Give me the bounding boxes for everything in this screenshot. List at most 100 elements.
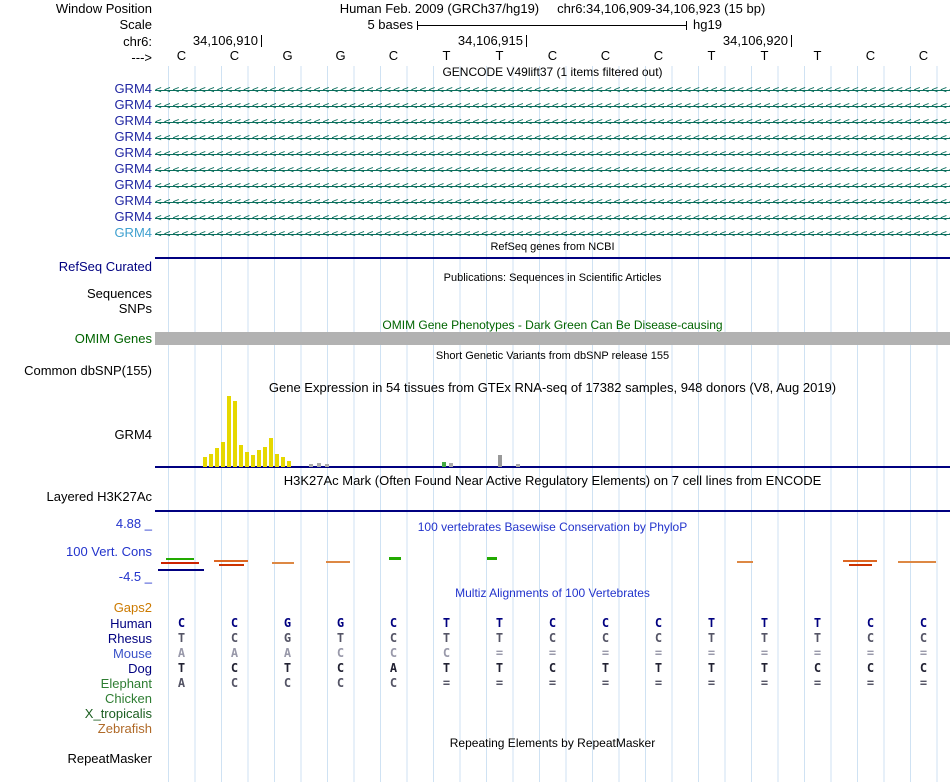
- conservation-mark: [219, 564, 244, 566]
- gencode-transcript-label[interactable]: GRM4: [0, 226, 152, 239]
- gtex-expression-bar[interactable]: [317, 463, 321, 467]
- refseq-curated-track-line[interactable]: [155, 257, 950, 259]
- gencode-transcript-label[interactable]: GRM4: [0, 194, 152, 207]
- conservation-mark: [898, 561, 936, 563]
- gtex-expression-bar[interactable]: [215, 448, 219, 467]
- gtex-track-header[interactable]: Gene Expression in 54 tissues from GTEx …: [155, 381, 950, 394]
- gencode-transcript-row[interactable]: <<<<<<<<<<<<<<<<<<<<<<<<<<<<<<<<<<<<<<<<…: [155, 98, 950, 114]
- gtex-expression-bar[interactable]: [516, 464, 520, 467]
- conservation-mark: [849, 564, 872, 566]
- gencode-transcript-label[interactable]: GRM4: [0, 82, 152, 95]
- ruler-tick: [526, 35, 527, 47]
- ruler-tick: [791, 35, 792, 47]
- omim-track-header[interactable]: OMIM Gene Phenotypes - Dark Green Can Be…: [155, 319, 950, 332]
- alignment-base: T: [442, 616, 451, 630]
- alignment-base: =: [707, 676, 716, 690]
- gtex-expression-bar[interactable]: [221, 442, 225, 467]
- gtex-expression-bar[interactable]: [239, 445, 243, 467]
- gtex-expression-bar[interactable]: [245, 452, 249, 467]
- multiz-gaps-label[interactable]: Gaps2: [0, 601, 152, 614]
- alignment-base: T: [760, 631, 769, 645]
- gtex-expression-bar[interactable]: [325, 464, 329, 467]
- gtex-expression-bar[interactable]: [498, 455, 502, 467]
- gencode-transcript-row[interactable]: <<<<<<<<<<<<<<<<<<<<<<<<<<<<<<<<<<<<<<<<…: [155, 162, 950, 178]
- refseq-track-header[interactable]: RefSeq genes from NCBI: [155, 241, 950, 254]
- alignment-base: T: [336, 631, 345, 645]
- gtex-expression-bar[interactable]: [251, 455, 255, 467]
- dbsnp-track-header[interactable]: Short Genetic Variants from dbSNP releas…: [155, 350, 950, 363]
- layered-h3k27ac-label[interactable]: Layered H3K27Ac: [0, 490, 152, 503]
- alignment-base: =: [813, 646, 822, 660]
- gencode-transcript-row[interactable]: <<<<<<<<<<<<<<<<<<<<<<<<<<<<<<<<<<<<<<<<…: [155, 178, 950, 194]
- gtex-expression-bar[interactable]: [263, 447, 267, 467]
- gencode-track-header[interactable]: GENCODE V49lift37 (1 items filtered out): [155, 66, 950, 79]
- alignment-base: A: [283, 646, 292, 660]
- gencode-transcript-label[interactable]: GRM4: [0, 178, 152, 191]
- multiz-species-label[interactable]: Elephant: [0, 677, 152, 690]
- multiz-species-label[interactable]: Dog: [0, 662, 152, 675]
- gencode-transcript-row[interactable]: <<<<<<<<<<<<<<<<<<<<<<<<<<<<<<<<<<<<<<<<…: [155, 82, 950, 98]
- gtex-expression-bar[interactable]: [449, 463, 453, 467]
- gtex-gene-label[interactable]: GRM4: [0, 428, 152, 441]
- gtex-expression-bar[interactable]: [203, 457, 207, 467]
- refseq-curated-label[interactable]: RefSeq Curated: [0, 260, 152, 273]
- gencode-transcript-label[interactable]: GRM4: [0, 114, 152, 127]
- alignment-base: T: [495, 616, 504, 630]
- ruler-base-letter: C: [865, 48, 876, 63]
- gtex-expression-bar[interactable]: [209, 454, 213, 467]
- multiz-species-label[interactable]: Zebrafish: [0, 722, 152, 735]
- gtex-expression-bar[interactable]: [309, 464, 313, 467]
- ruler-base-letter: C: [388, 48, 399, 63]
- snps-label[interactable]: SNPs: [0, 302, 152, 315]
- repeatmasker-label[interactable]: RepeatMasker: [0, 752, 152, 765]
- conservation-track-header[interactable]: 100 vertebrates Basewise Conservation by…: [155, 521, 950, 534]
- gtex-expression-bar[interactable]: [233, 401, 237, 467]
- gencode-transcript-label[interactable]: GRM4: [0, 162, 152, 175]
- gencode-transcript-row[interactable]: <<<<<<<<<<<<<<<<<<<<<<<<<<<<<<<<<<<<<<<<…: [155, 114, 950, 130]
- gencode-transcript-row[interactable]: <<<<<<<<<<<<<<<<<<<<<<<<<<<<<<<<<<<<<<<<…: [155, 194, 950, 210]
- publications-track-header[interactable]: Publications: Sequences in Scientific Ar…: [155, 272, 950, 285]
- h3k27ac-track-header[interactable]: H3K27Ac Mark (Often Found Near Active Re…: [155, 474, 950, 487]
- alignment-base: C: [866, 661, 875, 675]
- gtex-expression-bar[interactable]: [257, 450, 261, 467]
- gencode-transcript-label[interactable]: GRM4: [0, 130, 152, 143]
- common-dbsnp-label[interactable]: Common dbSNP(155): [0, 364, 152, 377]
- multiz-species-label[interactable]: Chicken: [0, 692, 152, 705]
- alignment-base: =: [601, 646, 610, 660]
- conservation-track-label[interactable]: 100 Vert. Cons: [0, 545, 152, 558]
- multiz-species-label[interactable]: Rhesus: [0, 632, 152, 645]
- multiz-species-label[interactable]: X_tropicalis: [0, 707, 152, 720]
- assembly-name: Human Feb. 2009 (GRCh37/hg19): [339, 1, 540, 16]
- gencode-transcript-row[interactable]: <<<<<<<<<<<<<<<<<<<<<<<<<<<<<<<<<<<<<<<<…: [155, 146, 950, 162]
- gencode-transcript-row[interactable]: <<<<<<<<<<<<<<<<<<<<<<<<<<<<<<<<<<<<<<<<…: [155, 226, 950, 242]
- omim-genes-bar[interactable]: [155, 332, 950, 345]
- ruler-base-letter: G: [282, 48, 293, 63]
- gencode-transcript-label[interactable]: GRM4: [0, 98, 152, 111]
- gencode-transcript-label[interactable]: GRM4: [0, 146, 152, 159]
- ruler-position-label: 34,106,915: [457, 33, 523, 48]
- alignment-base: T: [601, 661, 610, 675]
- alignment-base: T: [495, 631, 504, 645]
- alignment-base: A: [230, 646, 239, 660]
- gtex-expression-bar[interactable]: [281, 457, 285, 467]
- alignment-base: T: [177, 631, 186, 645]
- scale-bar-label: 5 bases: [367, 17, 413, 32]
- genome-browser-image: Window Position Human Feb. 2009 (GRCh37/…: [0, 0, 950, 782]
- alignment-base: C: [389, 616, 398, 630]
- alignment-base: T: [707, 631, 716, 645]
- gencode-transcript-row[interactable]: <<<<<<<<<<<<<<<<<<<<<<<<<<<<<<<<<<<<<<<<…: [155, 130, 950, 146]
- multiz-track-header[interactable]: Multiz Alignments of 100 Vertebrates: [155, 587, 950, 600]
- omim-genes-label[interactable]: OMIM Genes: [0, 332, 152, 345]
- sequences-label[interactable]: Sequences: [0, 287, 152, 300]
- multiz-species-label[interactable]: Mouse: [0, 647, 152, 660]
- gtex-expression-bar[interactable]: [442, 462, 446, 467]
- gtex-expression-bar[interactable]: [287, 461, 291, 467]
- ruler-base-letter: T: [495, 48, 504, 63]
- multiz-species-label[interactable]: Human: [0, 617, 152, 630]
- gtex-expression-bar[interactable]: [275, 454, 279, 467]
- repeatmasker-track-header[interactable]: Repeating Elements by RepeatMasker: [155, 737, 950, 750]
- gencode-transcript-label[interactable]: GRM4: [0, 210, 152, 223]
- gtex-expression-bar[interactable]: [269, 438, 273, 467]
- gtex-expression-bar[interactable]: [227, 396, 231, 467]
- gencode-transcript-row[interactable]: <<<<<<<<<<<<<<<<<<<<<<<<<<<<<<<<<<<<<<<<…: [155, 210, 950, 226]
